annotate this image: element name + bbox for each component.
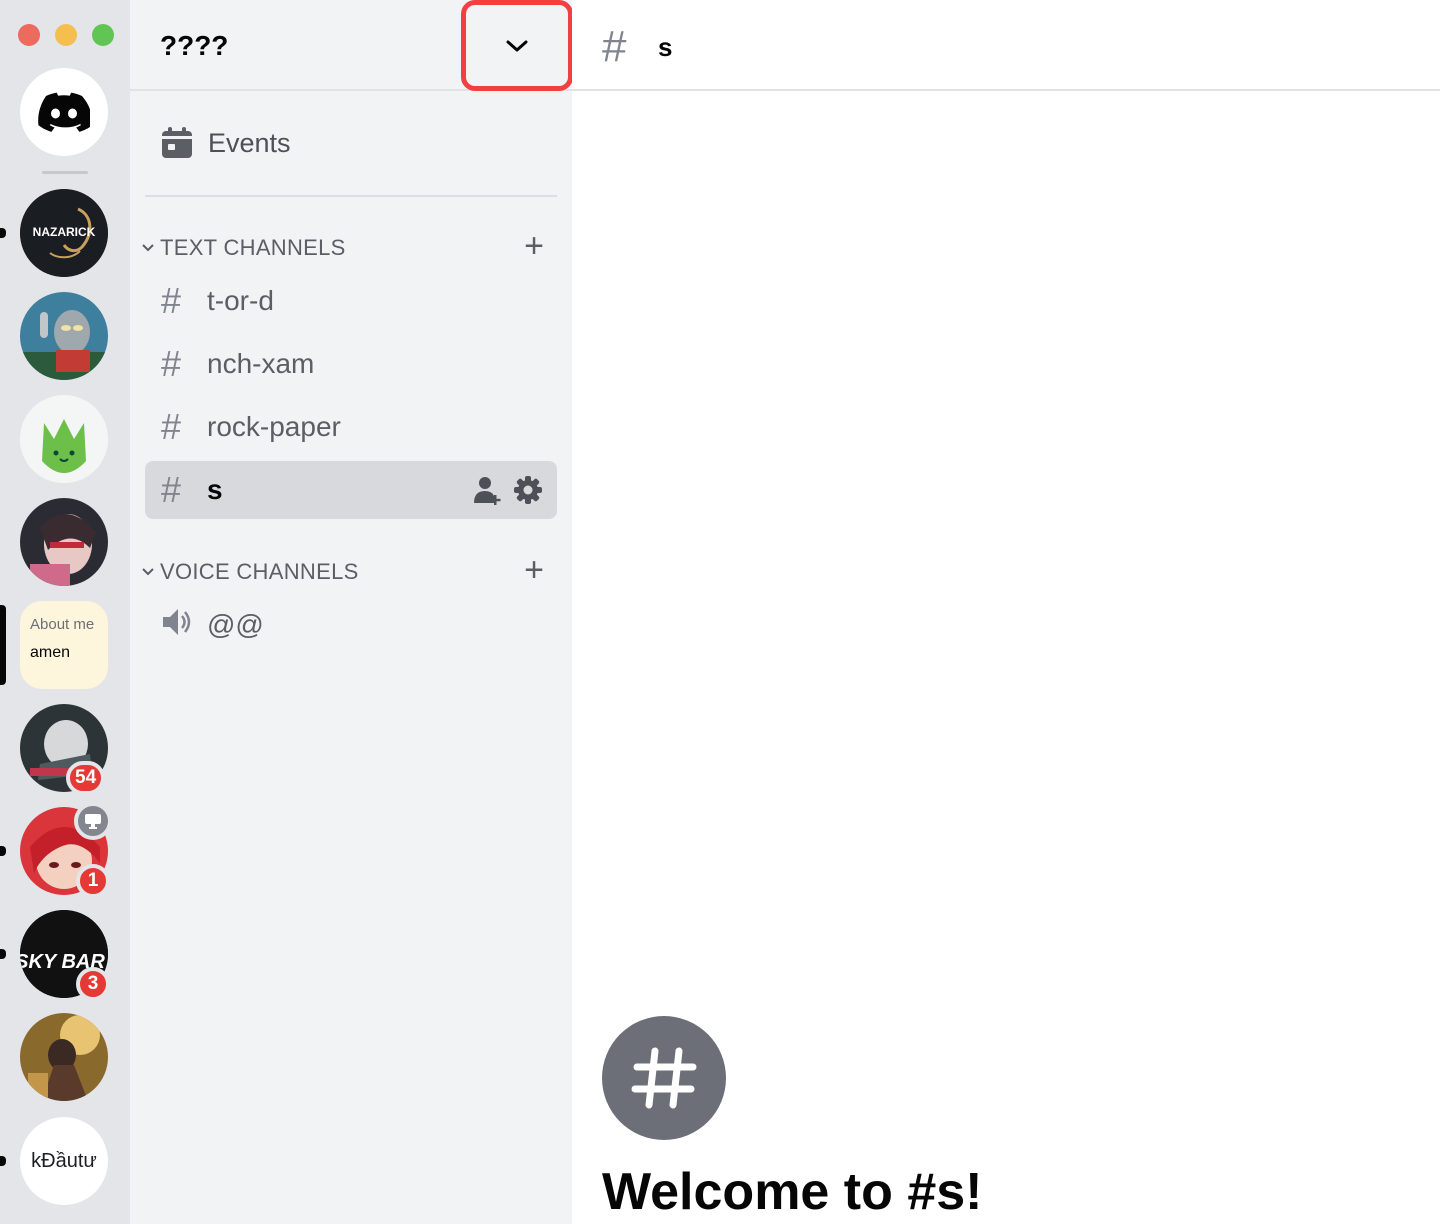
category-label: VOICE CHANNELS [160, 559, 359, 584]
chat-area: # s Welcome to #s! [572, 0, 1440, 1224]
window-minimize-button[interactable] [55, 24, 77, 46]
gear-icon[interactable] [513, 475, 543, 505]
channel-header: # s [572, 0, 1440, 91]
sidebar-divider [145, 195, 557, 197]
channel-label: @@ [207, 609, 264, 640]
server-avatar-image [20, 395, 108, 483]
hash-icon: # [161, 343, 182, 384]
server-name: ???? [160, 30, 229, 61]
server-menu-button[interactable] [461, 0, 573, 91]
invite-member-icon[interactable] [473, 475, 503, 505]
server-avatar-image [20, 1013, 108, 1101]
category-text-channels[interactable]: TEXT CHANNELS + [136, 229, 556, 265]
voice-channel-at-at[interactable]: @@ [145, 596, 557, 654]
unread-indicator [0, 949, 6, 959]
server-icon-ultraman[interactable] [20, 292, 108, 380]
chevron-down-icon [136, 567, 160, 577]
discord-logo-icon [38, 92, 90, 132]
svg-text:NAZARICK: NAZARICK [33, 225, 96, 239]
channel-label: rock-paper [207, 411, 341, 442]
category-label: TEXT CHANNELS [160, 235, 346, 260]
hash-icon: # [161, 406, 182, 447]
channel-nch-xam[interactable]: # nch-xam [145, 335, 557, 393]
hash-icon: # [161, 280, 182, 321]
speaker-icon [161, 606, 197, 644]
server-icon-game-art[interactable] [20, 1013, 108, 1101]
channel-label: nch-xam [207, 348, 315, 379]
server-icon-anime[interactable] [20, 498, 108, 586]
unread-badge: 1 [76, 864, 110, 898]
about-me-name: amen [30, 644, 71, 661]
server-icon-kdautu[interactable]: kĐầutư [20, 1117, 108, 1205]
welcome-title: Welcome to #s! [602, 1163, 983, 1221]
window-zoom-button[interactable] [92, 24, 114, 46]
unread-indicator [0, 846, 6, 856]
chevron-down-icon [506, 40, 528, 51]
channel-welcome-icon [602, 1016, 726, 1140]
channel-t-or-d[interactable]: # t-or-d [145, 272, 557, 330]
discord-home-button[interactable] [20, 68, 108, 156]
server-avatar-image [20, 292, 108, 380]
chevron-down-icon [136, 243, 160, 253]
server-header[interactable]: ???? [130, 0, 573, 91]
add-channel-plus-icon[interactable]: + [524, 553, 544, 587]
window-close-button[interactable] [18, 24, 40, 46]
about-me-title: About me [30, 616, 95, 633]
hash-icon [631, 1047, 697, 1109]
channel-s[interactable]: # s [145, 461, 557, 519]
events-item[interactable]: Events [160, 120, 291, 166]
unread-badge: 3 [76, 967, 110, 1001]
channel-title: s [658, 32, 673, 62]
add-channel-plus-icon[interactable]: + [524, 229, 544, 263]
nazarick-logo-icon: NAZARICK [20, 189, 108, 277]
unread-indicator [0, 1156, 6, 1166]
rail-separator [42, 171, 88, 174]
hash-icon: # [161, 469, 182, 510]
calendar-icon [162, 127, 192, 158]
channel-sidebar: ???? Events TEXT CHANNELS + # t-or-d # n… [130, 0, 573, 1224]
server-icon-green-cat[interactable] [20, 395, 108, 483]
selected-indicator [0, 605, 6, 685]
server-avatar-image [20, 498, 108, 586]
server-icon-about-me[interactable]: About me amen [20, 601, 108, 689]
events-label: Events [208, 127, 291, 158]
screen-share-status [74, 802, 112, 840]
server-text-logo: kĐầutư [31, 1149, 97, 1172]
channel-label: s [207, 474, 223, 505]
server-icon-nazarick[interactable]: NAZARICK [20, 189, 108, 277]
channel-label: t-or-d [207, 285, 274, 316]
unread-badge: 54 [66, 761, 106, 795]
category-voice-channels[interactable]: VOICE CHANNELS + [136, 553, 556, 589]
server-rail: NAZARICK About me amen 54 1 SKY BAR 3 kĐ… [0, 0, 130, 1224]
unread-indicator [0, 228, 6, 238]
channel-rock-paper[interactable]: # rock-paper [145, 398, 557, 456]
monitor-icon [85, 814, 101, 829]
hash-icon: # [602, 22, 627, 71]
